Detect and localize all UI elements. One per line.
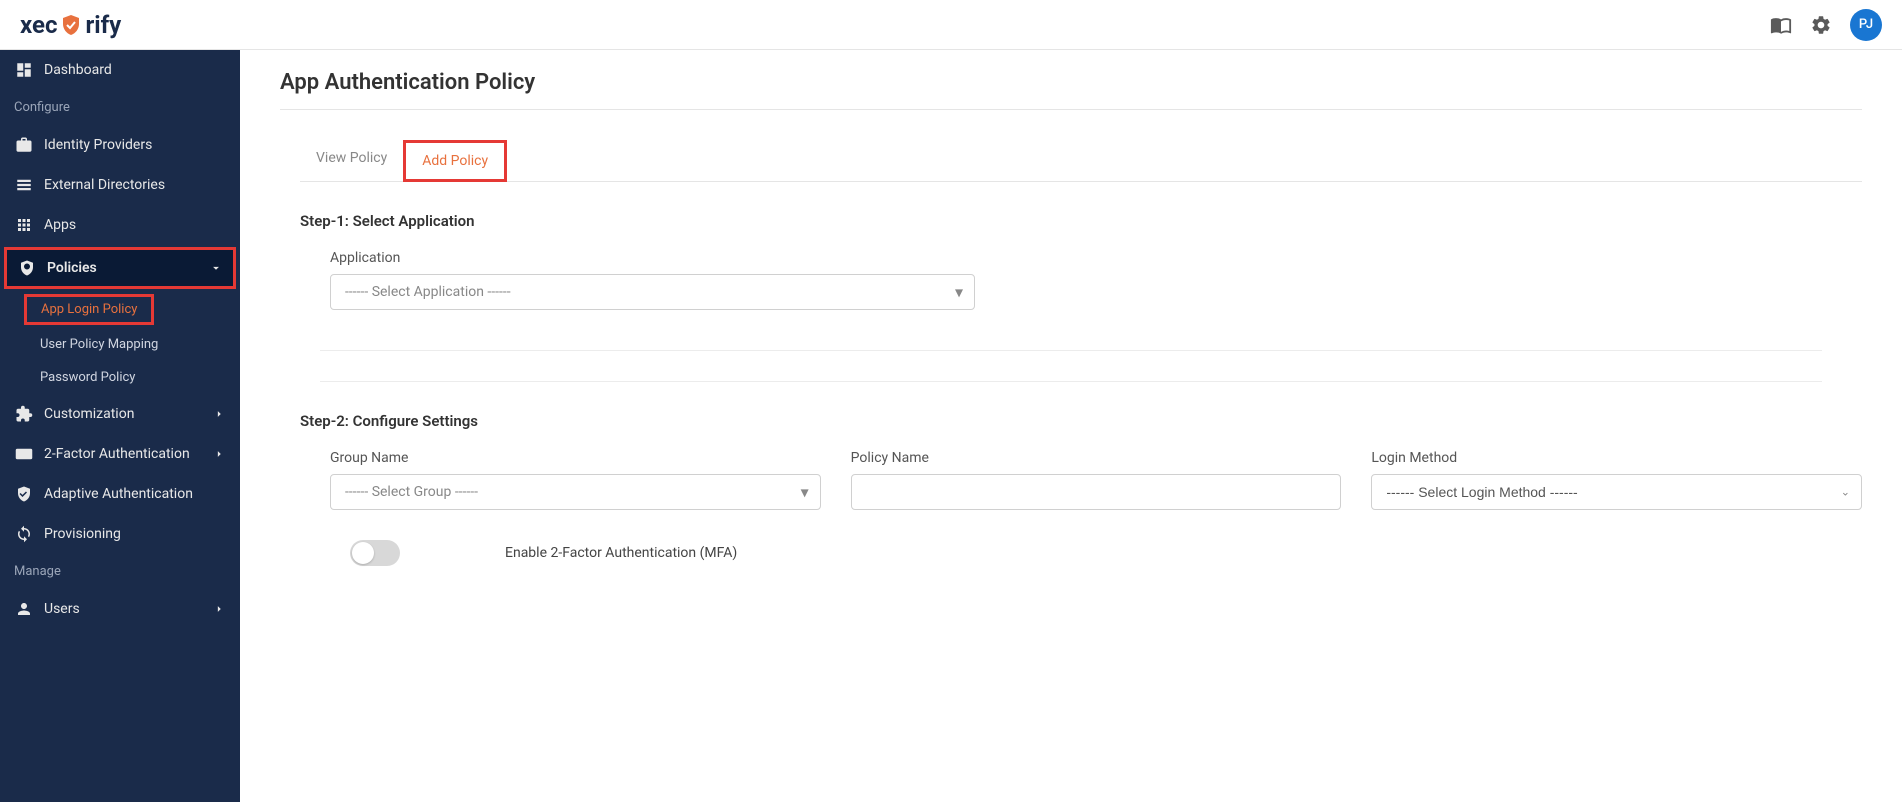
shield-check-icon	[59, 13, 83, 37]
logo-text-1: xec	[20, 11, 57, 39]
sidebar-item-dashboard[interactable]: Dashboard	[0, 50, 240, 90]
tabs: View Policy Add Policy	[300, 140, 1862, 182]
step-2-title: Step-2: Configure Settings	[300, 412, 1862, 430]
group-name-select[interactable]: ------ Select Group ------	[330, 474, 821, 510]
sidebar-section-configure: Configure	[0, 90, 240, 125]
sidebar-subitem-app-login-policy[interactable]: App Login Policy	[0, 291, 240, 328]
sidebar-item-label: External Directories	[44, 177, 226, 193]
mfa-toggle[interactable]	[350, 540, 400, 566]
user-icon	[14, 599, 34, 619]
shield-check-icon	[14, 484, 34, 504]
header-actions: PJ	[1770, 9, 1882, 41]
docs-icon[interactable]	[1770, 14, 1792, 36]
sidebar-subitem-user-policy-mapping[interactable]: User Policy Mapping	[0, 328, 240, 361]
sidebar-item-label: Adaptive Authentication	[44, 486, 226, 502]
sync-icon	[14, 524, 34, 544]
sidebar-item-customization[interactable]: Customization	[0, 394, 240, 434]
sidebar-item-label: Dashboard	[44, 62, 226, 78]
step-1-title: Step-1: Select Application	[300, 212, 1862, 230]
sidebar-item-label: Provisioning	[44, 526, 226, 542]
sidebar-item-external-directories[interactable]: External Directories	[0, 165, 240, 205]
logo-text-2: rify	[85, 11, 121, 39]
tab-view-policy[interactable]: View Policy	[300, 140, 403, 181]
sidebar-item-adaptive-auth[interactable]: Adaptive Authentication	[0, 474, 240, 514]
gear-icon[interactable]	[1810, 14, 1832, 36]
sidebar-item-label: Policies	[47, 260, 209, 276]
keypad-icon	[14, 444, 34, 464]
mfa-toggle-label: Enable 2-Factor Authentication (MFA)	[505, 545, 737, 561]
sidebar-subitem-label: App Login Policy	[24, 294, 154, 325]
application-label: Application	[330, 250, 1862, 266]
logo[interactable]: xec rify	[20, 11, 121, 39]
sidebar-item-label: Users	[44, 601, 212, 617]
sidebar-section-manage: Manage	[0, 554, 240, 589]
sidebar-item-label: Apps	[44, 217, 226, 233]
page-title: App Authentication Policy	[280, 70, 1862, 110]
apps-grid-icon	[14, 215, 34, 235]
chevron-down-icon	[209, 261, 223, 275]
sidebar-item-label: Identity Providers	[44, 137, 226, 153]
puzzle-icon	[14, 404, 34, 424]
policy-name-label: Policy Name	[851, 450, 1342, 466]
tab-add-policy[interactable]: Add Policy	[403, 140, 507, 182]
sidebar-item-identity-providers[interactable]: Identity Providers	[0, 125, 240, 165]
sidebar-item-policies[interactable]: Policies	[4, 247, 236, 289]
divider	[320, 381, 1822, 382]
sidebar: Dashboard Configure Identity Providers E…	[0, 50, 240, 802]
main-content: App Authentication Policy View Policy Ad…	[240, 50, 1902, 802]
dashboard-icon	[14, 60, 34, 80]
shield-icon	[17, 258, 37, 278]
divider	[320, 350, 1822, 351]
header: xec rify PJ	[0, 0, 1902, 50]
login-method-select[interactable]: ------ Select Login Method ------	[1371, 474, 1862, 510]
sidebar-item-users[interactable]: Users	[0, 589, 240, 629]
chevron-right-icon	[212, 407, 226, 421]
list-icon	[14, 175, 34, 195]
avatar[interactable]: PJ	[1850, 9, 1882, 41]
sidebar-item-2fa[interactable]: 2-Factor Authentication	[0, 434, 240, 474]
login-method-label: Login Method	[1371, 450, 1862, 466]
group-name-label: Group Name	[330, 450, 821, 466]
sidebar-item-label: 2-Factor Authentication	[44, 446, 212, 462]
policy-name-input[interactable]	[851, 474, 1342, 510]
sidebar-item-apps[interactable]: Apps	[0, 205, 240, 245]
briefcase-icon	[14, 135, 34, 155]
chevron-right-icon	[212, 447, 226, 461]
sidebar-item-label: Customization	[44, 406, 212, 422]
sidebar-item-provisioning[interactable]: Provisioning	[0, 514, 240, 554]
chevron-right-icon	[212, 602, 226, 616]
application-select[interactable]: ------ Select Application ------	[330, 274, 975, 310]
sidebar-subitem-password-policy[interactable]: Password Policy	[0, 361, 240, 394]
